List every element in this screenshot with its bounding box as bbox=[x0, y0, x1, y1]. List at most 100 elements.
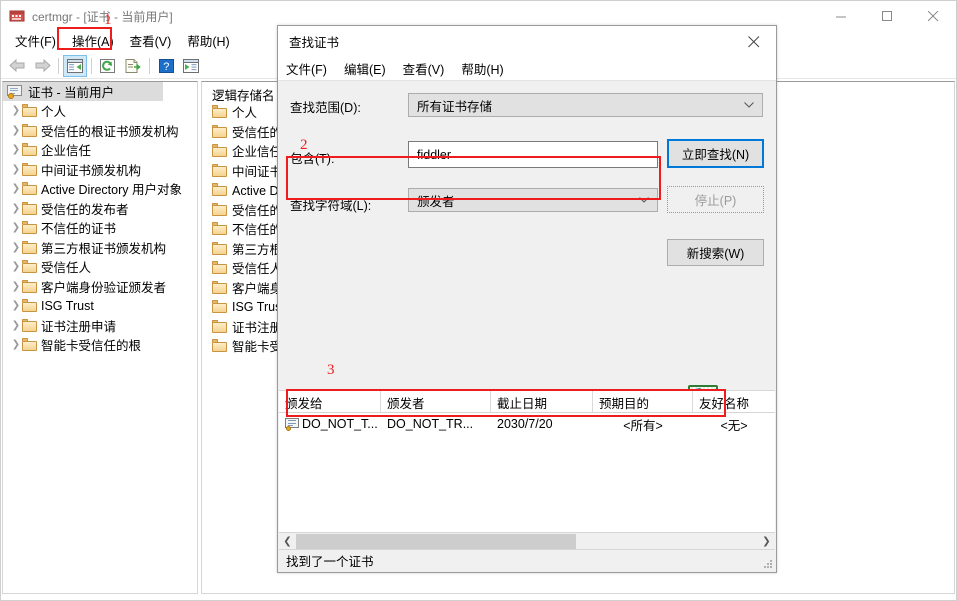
chevron-right-icon[interactable]: ❯ bbox=[10, 105, 22, 116]
tree-pane[interactable]: 证书 - 当前用户 ❯ 个人 ❯ 受信任的根证书颁发机构 ❯ 企业信任 ❯ 中间证书颁发机构 ❯… bbox=[2, 81, 198, 594]
hscroll-thumb[interactable] bbox=[296, 533, 576, 549]
menu-action[interactable]: 操作(A) bbox=[64, 32, 122, 52]
cell-expiry: 2030/7/20 bbox=[497, 417, 553, 431]
folder-icon bbox=[22, 279, 37, 293]
chevron-right-icon[interactable]: ❯ bbox=[10, 320, 22, 331]
dlg-menu-edit[interactable]: 编辑(E) bbox=[344, 58, 395, 79]
tree-item[interactable]: ❯ 受信任人 bbox=[3, 257, 197, 277]
find-now-button[interactable]: 立即查找(N) bbox=[667, 139, 764, 168]
tree-item[interactable]: ❯ 不信任的证书 bbox=[3, 218, 197, 238]
chevron-right-icon[interactable]: ❯ bbox=[10, 164, 22, 175]
certificate-icon bbox=[285, 417, 300, 431]
horizontal-scrollbar[interactable]: ❮ ❯ bbox=[279, 532, 775, 550]
menu-view[interactable]: 查看(V) bbox=[122, 32, 180, 52]
folder-icon bbox=[22, 338, 37, 352]
annotation-number-3: 3 bbox=[327, 362, 335, 378]
dlg-menu-file[interactable]: 文件(F) bbox=[286, 58, 336, 79]
resize-grip[interactable] bbox=[762, 558, 772, 568]
cell-purpose: <所有> bbox=[623, 418, 663, 433]
results-header: 颁发给 颁发者 截止日期 预期目的 友好名称 bbox=[279, 391, 775, 413]
folder-icon bbox=[212, 261, 227, 275]
chevron-right-icon[interactable]: ❯ bbox=[10, 300, 22, 311]
table-row[interactable]: DO_NOT_T... DO_NOT_TR... 2030/7/20 <所有> … bbox=[279, 413, 775, 435]
new-search-button[interactable]: 新搜索(W) bbox=[667, 239, 764, 266]
cell-friendly-name: <无> bbox=[720, 418, 748, 433]
dialog-menu-bar: 文件(F) 编辑(E) 查看(V) 帮助(H) bbox=[278, 57, 776, 81]
tree-item-label: 受信任的根证书颁发机构 bbox=[41, 124, 179, 139]
tree-item[interactable]: ❯ Active Directory 用户对象 bbox=[3, 179, 197, 199]
dlg-menu-help[interactable]: 帮助(H) bbox=[461, 58, 512, 79]
chevron-right-icon[interactable]: ❯ bbox=[10, 261, 22, 272]
refresh-icon[interactable] bbox=[96, 55, 120, 77]
menu-help[interactable]: 帮助(H) bbox=[179, 32, 237, 52]
dialog-close-button[interactable] bbox=[732, 26, 776, 57]
folder-icon bbox=[212, 144, 227, 158]
column-issued-to[interactable]: 颁发给 bbox=[279, 391, 381, 412]
maximize-button[interactable] bbox=[864, 1, 910, 31]
list-item-label: 个人 bbox=[232, 106, 258, 121]
column-expiry[interactable]: 截止日期 bbox=[491, 391, 593, 412]
show-hide-tree-icon[interactable] bbox=[63, 54, 87, 77]
chevron-right-icon[interactable]: ❯ bbox=[10, 125, 22, 136]
annotation-number-1: 1 bbox=[104, 12, 112, 28]
tree-item[interactable]: ❯ 证书注册申请 bbox=[3, 316, 197, 336]
tree-item-label: 个人 bbox=[41, 105, 67, 120]
chevron-right-icon[interactable]: ❯ bbox=[10, 144, 22, 155]
tree-item[interactable]: ❯ ISG Trust bbox=[3, 296, 197, 316]
chevron-right-icon[interactable]: ❯ bbox=[10, 339, 22, 350]
tree-item-label: 中间证书颁发机构 bbox=[41, 163, 142, 178]
column-purpose[interactable]: 预期目的 bbox=[593, 391, 693, 412]
tree-item[interactable]: ❯ 智能卡受信任的根 bbox=[3, 335, 197, 355]
chevron-down-icon bbox=[744, 100, 754, 110]
scroll-left-icon[interactable]: ❮ bbox=[279, 533, 296, 550]
dialog-body: 查找范围(D): 所有证书存储 包含(T): fiddler 查找字符域(L):… bbox=[278, 81, 776, 409]
chevron-right-icon[interactable]: ❯ bbox=[10, 203, 22, 214]
tree-root-node[interactable]: 证书 - 当前用户 bbox=[3, 82, 163, 101]
tree-item[interactable]: ❯ 客户端身份验证颁发者 bbox=[3, 277, 197, 297]
dialog-title: 查找证书 bbox=[289, 36, 340, 50]
folder-icon bbox=[212, 222, 227, 236]
chevron-right-icon[interactable]: ❯ bbox=[10, 281, 22, 292]
contains-input-value: fiddler bbox=[417, 147, 452, 162]
folder-icon bbox=[22, 104, 37, 118]
dlg-menu-view[interactable]: 查看(V) bbox=[403, 58, 454, 79]
folder-icon bbox=[212, 339, 227, 353]
svg-text:?: ? bbox=[163, 61, 169, 73]
chevron-right-icon[interactable]: ❯ bbox=[10, 222, 22, 233]
find-certificate-dialog: 查找证书 文件(F) 编辑(E) 查看(V) 帮助(H) 查找范围(D): 所有… bbox=[277, 25, 777, 573]
tree-item-label: 受信任人 bbox=[41, 261, 92, 276]
tree-item[interactable]: ❯ 个人 bbox=[3, 101, 197, 121]
close-button[interactable] bbox=[910, 1, 956, 31]
dialog-title-bar: 查找证书 bbox=[278, 26, 776, 57]
scope-select[interactable]: 所有证书存储 bbox=[408, 93, 763, 117]
export-list-icon[interactable] bbox=[121, 55, 145, 77]
tree-item-label: 智能卡受信任的根 bbox=[41, 339, 142, 354]
menu-file[interactable]: 文件(F) bbox=[7, 32, 64, 52]
cell-issuer: DO_NOT_TR... bbox=[387, 417, 474, 431]
folder-icon bbox=[212, 163, 227, 177]
column-friendly-name[interactable]: 友好名称 bbox=[693, 391, 775, 412]
tree-item[interactable]: ❯ 第三方根证书颁发机构 bbox=[3, 238, 197, 258]
scroll-right-icon[interactable]: ❯ bbox=[758, 533, 775, 550]
field-select[interactable]: 颁发者 bbox=[408, 188, 658, 212]
hscroll-track[interactable] bbox=[296, 532, 758, 550]
tree-item[interactable]: ❯ 受信任的发布者 bbox=[3, 199, 197, 219]
tree-item[interactable]: ❯ 中间证书颁发机构 bbox=[3, 160, 197, 180]
folder-icon bbox=[212, 300, 227, 314]
tree-item[interactable]: ❯ 企业信任 bbox=[3, 140, 197, 160]
forward-icon[interactable] bbox=[30, 55, 54, 77]
cell-issued-to-text: DO_NOT_T... bbox=[302, 417, 378, 431]
show-action-pane-icon[interactable] bbox=[179, 55, 203, 77]
chevron-right-icon[interactable]: ❯ bbox=[10, 242, 22, 253]
tree-item-label: 不信任的证书 bbox=[41, 222, 117, 237]
help-icon[interactable]: ? bbox=[154, 55, 178, 77]
column-issuer[interactable]: 颁发者 bbox=[381, 391, 491, 412]
contains-input[interactable]: fiddler bbox=[408, 141, 658, 168]
chevron-right-icon[interactable]: ❯ bbox=[10, 183, 22, 194]
minimize-button[interactable] bbox=[818, 1, 864, 31]
back-icon[interactable] bbox=[5, 55, 29, 77]
tree-item[interactable]: ❯ 受信任的根证书颁发机构 bbox=[3, 121, 197, 141]
folder-icon bbox=[22, 201, 37, 215]
certmgr-icon bbox=[9, 8, 25, 24]
folder-icon bbox=[22, 221, 37, 235]
